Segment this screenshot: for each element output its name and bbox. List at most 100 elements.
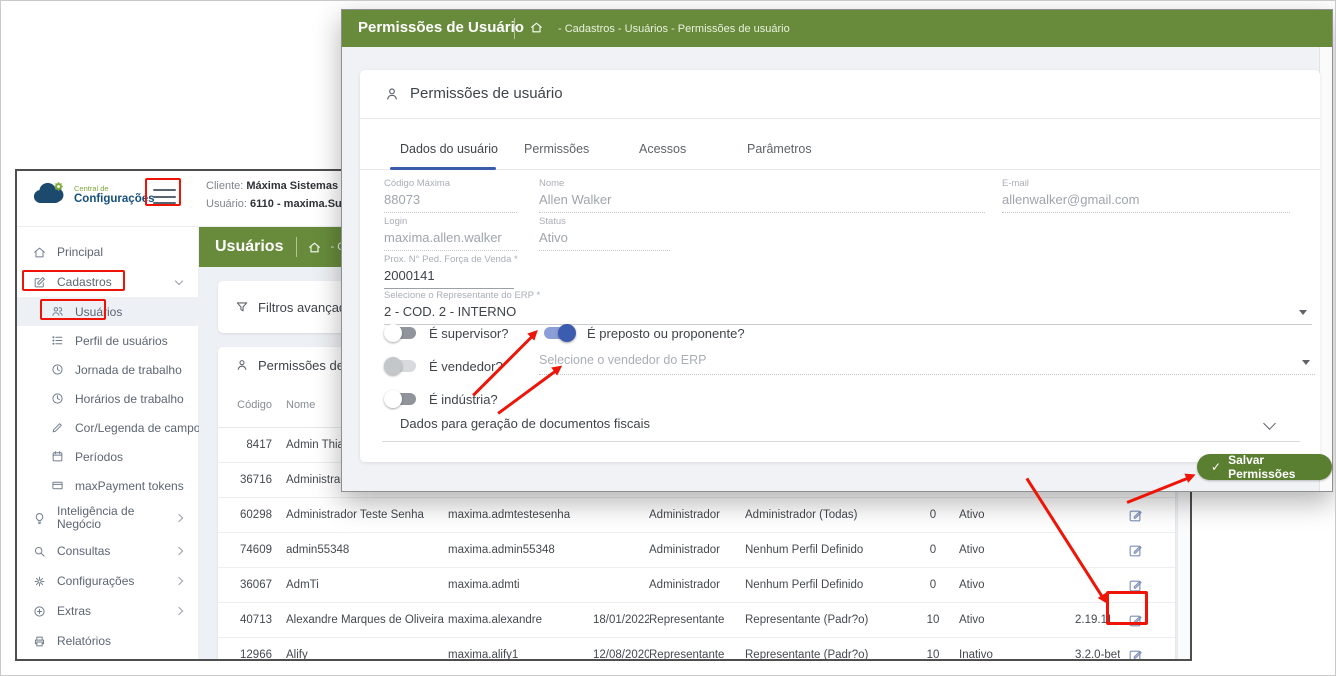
sidebar-item-jornada-de-trabalho[interactable]: Jornada de trabalho [17, 355, 198, 384]
tab-parametros[interactable]: Parâmetros [747, 142, 812, 156]
cell-perfil: Nenhum Perfil Definido [745, 579, 921, 591]
cell-codigo: 74609 [226, 544, 286, 556]
edit-icon[interactable] [1128, 613, 1143, 628]
sidebar-item-consultas[interactable]: Consultas [17, 536, 198, 566]
sidebar-item-cadastros[interactable]: Cadastros [17, 267, 198, 297]
email-field[interactable]: E-mail allenwalker@gmail.com [1002, 178, 1290, 213]
col-header-codigo[interactable]: Código [226, 399, 286, 411]
sidebar-item-label: Consultas [57, 544, 110, 558]
tab-permissoes[interactable]: Permissões [524, 142, 589, 156]
sidebar-item-principal[interactable]: Principal [17, 237, 198, 267]
sidebar-item-cor-legenda-de-campos[interactable]: Cor/Legenda de campos [17, 413, 198, 442]
edit-icon[interactable] [1128, 578, 1143, 593]
pencil-icon [51, 421, 64, 434]
sidebar-item-periodos[interactable]: Períodos [17, 442, 198, 471]
cell-login: maxima.alexandre [448, 614, 593, 626]
sidebar-item-inteligencia-de-negocio[interactable]: Inteligência deNegócio [17, 500, 198, 536]
person-icon [384, 86, 400, 102]
field-label: Código Máxima [384, 178, 517, 189]
screenshot-canvas: Central de Configurações Cliente: Máxima… [0, 0, 1336, 676]
cell-nome: Alexandre Marques de Oliveira [286, 614, 448, 626]
cell-codigo: 40713 [226, 614, 286, 626]
industria-toggle[interactable]: É indústria? [384, 390, 498, 408]
prox-pedido-field[interactable]: Prox. N° Ped. Força de Venda * 2000141 [384, 254, 514, 289]
sidebar-item-label: Inteligência deNegócio [57, 505, 134, 531]
fiscal-section-header[interactable]: Dados para geração de documentos fiscais [400, 416, 650, 431]
sidebar-item-label: Usuários [75, 305, 122, 319]
login-field[interactable]: Login maxima.allen.walker [384, 216, 517, 251]
nome-field[interactable]: Nome Allen Walker [539, 178, 985, 213]
cell-login: maxima.alify1 [448, 649, 593, 659]
cell-num: 0 [921, 544, 945, 556]
chevron-right-icon [175, 607, 183, 615]
representante-erp-select[interactable]: Selecione o Representante do ERP * 2 - C… [384, 290, 1312, 325]
home-icon[interactable] [308, 241, 321, 254]
field-label: Status [539, 216, 670, 227]
sidebar-item-extras[interactable]: Extras [17, 596, 198, 626]
toggle-disabled-icon[interactable] [384, 357, 418, 375]
filters-title: Filtros avançado [258, 300, 353, 315]
sidebar-item-relatorios[interactable]: Relatórios [17, 626, 198, 656]
toggle-on-icon[interactable] [542, 324, 576, 342]
cell-status: Ativo [945, 579, 1075, 591]
client-value: Máxima Sistemas [246, 180, 338, 192]
field-label: Login [384, 216, 517, 227]
sidebar-item-usuarios[interactable]: Usuários [17, 297, 198, 326]
table-row: 36067AdmTimaxima.admtiAdministradorNenhu… [218, 568, 1175, 603]
supervisor-toggle[interactable]: É supervisor? [384, 324, 508, 342]
cell-status: Ativo [945, 509, 1075, 521]
cell-tipo: Administrador [649, 544, 745, 556]
table-row: 12966Alifymaxima.alify112/08/2020Represe… [218, 638, 1175, 659]
cell-versao: 2.19.11 [1075, 614, 1120, 626]
vendedor-toggle[interactable]: É vendedor? [384, 357, 503, 375]
edit-icon[interactable] [1128, 508, 1143, 523]
toggle-off-icon[interactable] [384, 390, 418, 408]
edit-icon[interactable] [1128, 543, 1143, 558]
sidebar-item-horarios-de-trabalho[interactable]: Horários de trabalho [17, 384, 198, 413]
home-icon [33, 246, 46, 259]
toggle-off-icon[interactable] [384, 324, 418, 342]
sidebar-item-maxpayment-tokens[interactable]: maxPayment tokens [17, 471, 198, 500]
chevron-down-icon[interactable] [1263, 417, 1276, 430]
field-value: allenwalker@gmail.com [1002, 192, 1290, 212]
edit-icon[interactable] [1128, 648, 1143, 660]
user-label: Usuário: [206, 198, 247, 210]
chevron-right-icon [175, 577, 183, 585]
field-label: Prox. N° Ped. Força de Venda * [384, 254, 514, 265]
status-field[interactable]: Status Ativo [539, 216, 670, 251]
preposto-toggle[interactable]: É preposto ou proponente? [542, 324, 745, 342]
permissions-card: Permissões de usuário Dados do usuárioPe… [360, 70, 1320, 462]
clock-icon [51, 363, 64, 376]
search-icon [33, 545, 46, 558]
cell-status: Ativo [945, 544, 1075, 556]
cell-data: 12/08/2020 [593, 649, 649, 659]
toggle-label: É supervisor? [429, 326, 508, 341]
tab-acessos[interactable]: Acessos [639, 142, 686, 156]
modal-header-bar: Permissões de Usuário - Cadastros - Usuá… [342, 10, 1332, 47]
field-value: 88073 [384, 192, 517, 212]
sidebar-item-configuracoes[interactable]: Configurações [17, 566, 198, 596]
tab-dados-do-usuario[interactable]: Dados do usuário [400, 142, 498, 156]
cell-num: 0 [921, 579, 945, 591]
codigo-maxima-field[interactable]: Código Máxima 88073 [384, 178, 517, 213]
bulb-icon [33, 512, 46, 525]
table-row: 60298Administrador Teste Senhamaxima.adm… [218, 498, 1175, 533]
cell-login: maxima.admti [448, 579, 593, 591]
logo-line2: Configurações [74, 193, 155, 205]
modal-breadcrumb: - Cadastros - Usuários - Permissões de u… [558, 23, 790, 35]
sidebar-item-perfil-de-usuarios[interactable]: Perfil de usuários [17, 326, 198, 355]
page-title: Usuários [215, 238, 283, 256]
vendedor-erp-select[interactable]: Selecione o vendedor do ERP [539, 353, 1315, 375]
filter-icon [235, 300, 249, 314]
app-logo: Central de Configurações [31, 181, 155, 207]
field-value: Ativo [539, 230, 670, 250]
cell-perfil: Representante (Padr?o) [745, 614, 921, 626]
cell-status: Inativo [945, 649, 1075, 659]
home-icon[interactable] [530, 21, 543, 34]
save-permissions-button[interactable]: ✓ Salvar Permissões [1197, 454, 1332, 480]
chevron-down-icon [175, 276, 183, 284]
table-row: 40713Alexandre Marques de Oliveiramaxima… [218, 603, 1175, 638]
menu-icon[interactable] [153, 189, 176, 209]
modal-scrollbar-track[interactable] [1319, 47, 1332, 491]
sidebar-item-label: Cor/Legenda de campos [75, 421, 206, 435]
